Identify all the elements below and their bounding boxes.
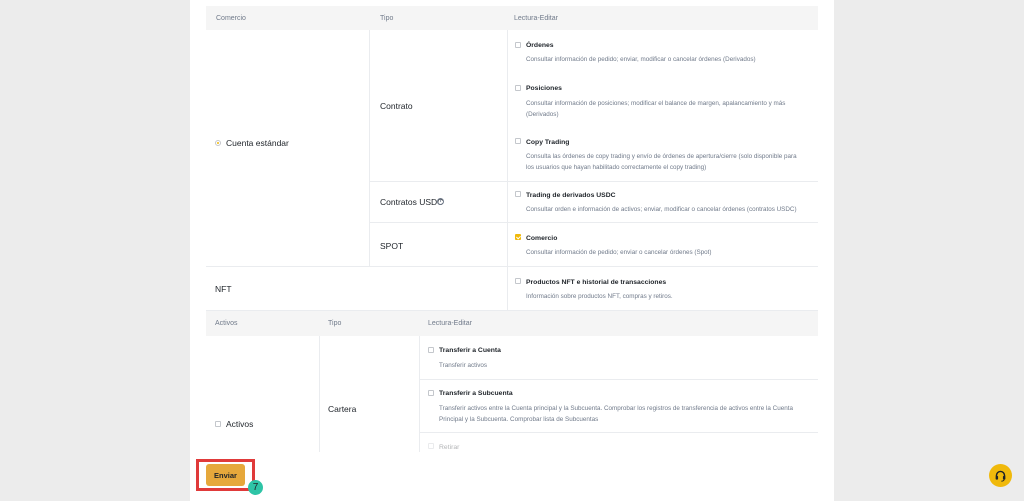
divider bbox=[419, 432, 818, 433]
positions-title: Posiciones bbox=[526, 85, 562, 92]
type-usdc-contracts: Contratos USDC bbox=[380, 197, 444, 207]
divider bbox=[369, 181, 818, 182]
nft-checkbox[interactable] bbox=[515, 278, 521, 284]
type-wallet: Cartera bbox=[328, 404, 357, 414]
assets-table-header bbox=[206, 311, 818, 336]
divider bbox=[369, 30, 370, 266]
positions-desc-line2: (Derivados) bbox=[526, 111, 559, 118]
spot-trade-title: Comercio bbox=[526, 235, 558, 242]
divider bbox=[369, 222, 818, 223]
transfer-account-desc: Transferir activos bbox=[439, 362, 488, 369]
standard-account-radio[interactable] bbox=[215, 140, 221, 146]
standard-account-label: Cuenta estándar bbox=[226, 138, 289, 148]
orders-title: Órdenes bbox=[526, 42, 554, 49]
header-type: Tipo bbox=[380, 15, 394, 22]
nft-title: Productos NFT e historial de transaccion… bbox=[526, 279, 667, 286]
nft-desc: Información sobre productos NFT, compras… bbox=[526, 293, 673, 300]
transfer-subaccount-title: Transferir a Subcuenta bbox=[439, 390, 513, 397]
copy-trading-desc-line1: Consulta las órdenes de copy trading y e… bbox=[526, 153, 797, 160]
header-assets-read-edit: Lectura-Editar bbox=[428, 320, 472, 327]
usdc-trading-checkbox[interactable] bbox=[515, 191, 521, 197]
copy-trading-title: Copy Trading bbox=[526, 139, 570, 146]
divider bbox=[507, 30, 508, 310]
withdraw-checkbox[interactable] bbox=[428, 443, 434, 449]
orders-desc: Consultar información de pedido; enviar,… bbox=[526, 56, 756, 63]
withdraw-title: Retirar bbox=[439, 444, 460, 451]
transfer-subaccount-checkbox[interactable] bbox=[428, 390, 434, 396]
orders-checkbox[interactable] bbox=[515, 42, 521, 48]
transfer-account-title: Transferir a Cuenta bbox=[439, 347, 501, 354]
divider bbox=[419, 379, 818, 380]
assets-label: Activos bbox=[226, 419, 254, 429]
spot-trade-desc: Consultar información de pedido; enviar … bbox=[526, 249, 712, 256]
header-commerce: Comercio bbox=[216, 15, 246, 22]
header-read-edit: Lectura-Editar bbox=[514, 15, 558, 22]
nft-label: NFT bbox=[215, 284, 232, 294]
positions-checkbox[interactable] bbox=[515, 85, 521, 91]
positions-desc-line1: Consultar información de posiciones; mod… bbox=[526, 100, 786, 107]
divider bbox=[319, 336, 320, 452]
spot-trade-checkbox[interactable] bbox=[515, 234, 521, 240]
divider bbox=[206, 266, 818, 267]
assets-checkbox[interactable] bbox=[215, 421, 221, 427]
type-contract: Contrato bbox=[380, 101, 413, 111]
support-button[interactable] bbox=[989, 464, 1012, 487]
trading-table-header bbox=[206, 6, 818, 30]
usdc-trading-title: Trading de derivados USDC bbox=[526, 192, 616, 199]
headset-icon bbox=[995, 470, 1006, 482]
transfer-subaccount-desc-line2: Principal y la Subcuenta. Comprobar list… bbox=[439, 416, 599, 423]
transfer-subaccount-desc-line1: Transferir activos entre la Cuenta princ… bbox=[439, 405, 793, 412]
divider bbox=[419, 336, 420, 452]
transfer-account-checkbox[interactable] bbox=[428, 347, 434, 353]
usdc-trading-desc: Consultar orden e información de activos… bbox=[526, 206, 797, 213]
step-badge: 7 bbox=[248, 480, 263, 495]
info-icon[interactable]: i bbox=[437, 198, 444, 205]
copy-trading-checkbox[interactable] bbox=[515, 138, 521, 144]
highlight-box bbox=[196, 459, 255, 491]
copy-trading-desc-line2: los usuarios que hayan habilitado correc… bbox=[526, 164, 707, 171]
header-assets-type: Tipo bbox=[328, 320, 342, 327]
type-spot: SPOT bbox=[380, 241, 404, 251]
header-assets: Activos bbox=[215, 320, 238, 327]
api-permissions-card bbox=[190, 0, 834, 501]
